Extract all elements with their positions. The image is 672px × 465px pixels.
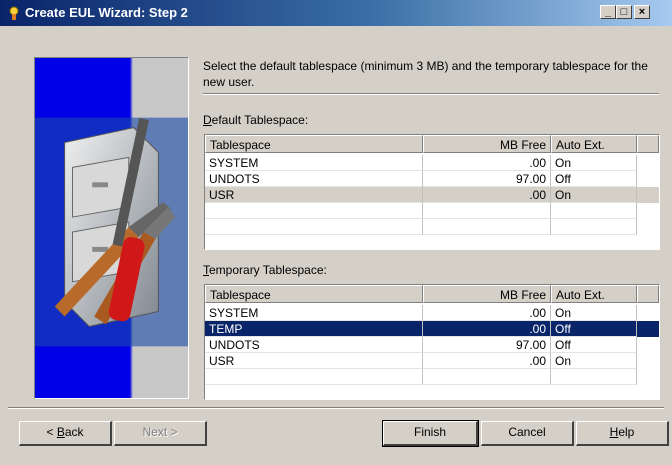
finish-button[interactable]: Finish [382,420,479,447]
instruction-text: Select the default tablespace (minimum 3… [203,59,648,89]
empty-row [205,203,659,219]
column-header-tablespace[interactable]: Tablespace [205,135,423,153]
close-button[interactable]: × [634,5,650,19]
temporary-tablespace-table[interactable]: Tablespace MB Free Auto Ext. SYSTEM .00 … [204,284,660,400]
table-row[interactable]: SYSTEM .00 On [205,155,659,171]
column-header-auto-ext[interactable]: Auto Ext. [551,135,637,153]
footer-separator [8,407,664,409]
table-row-selected[interactable]: USR .00 On [205,187,659,203]
table-header: Tablespace MB Free Auto Ext. [205,135,659,153]
temporary-tablespace-label: Temporary Tablespace: [203,263,327,277]
window-title: Create EUL Wizard: Step 2 [25,5,188,20]
column-header-mb-free[interactable]: MB Free [423,285,551,303]
column-header-filler [637,135,659,153]
table-header: Tablespace MB Free Auto Ext. [205,285,659,303]
header-separator [203,93,659,95]
table-row[interactable]: SYSTEM .00 On [205,305,659,321]
column-header-filler [637,285,659,303]
wizard-window: Create EUL Wizard: Step 2 _ □ × Select t… [0,0,672,465]
empty-row [205,219,659,235]
column-header-tablespace[interactable]: Tablespace [205,285,423,303]
wizard-banner-image [34,57,189,399]
column-header-mb-free[interactable]: MB Free [423,135,551,153]
default-tablespace-table[interactable]: Tablespace MB Free Auto Ext. SYSTEM .00 … [204,134,660,250]
table-row[interactable]: USR .00 On [205,353,659,369]
help-button[interactable]: Help [576,421,669,446]
table-row[interactable]: UNDOTS 97.00 Off [205,171,659,187]
column-header-auto-ext[interactable]: Auto Ext. [551,285,637,303]
wizard-icon [9,6,19,20]
next-button[interactable]: Next > [114,421,207,446]
empty-row [205,369,659,385]
table-row[interactable]: UNDOTS 97.00 Off [205,337,659,353]
minimize-button[interactable]: _ [600,5,616,19]
title-bar[interactable]: Create EUL Wizard: Step 2 _ □ × [0,0,672,26]
table-row-selected[interactable]: TEMP .00 Off [205,321,659,337]
default-tablespace-label: Default Tablespace: [203,113,309,127]
maximize-button[interactable]: □ [616,5,632,19]
cancel-button[interactable]: Cancel [481,421,574,446]
back-button[interactable]: < Back [19,421,112,446]
